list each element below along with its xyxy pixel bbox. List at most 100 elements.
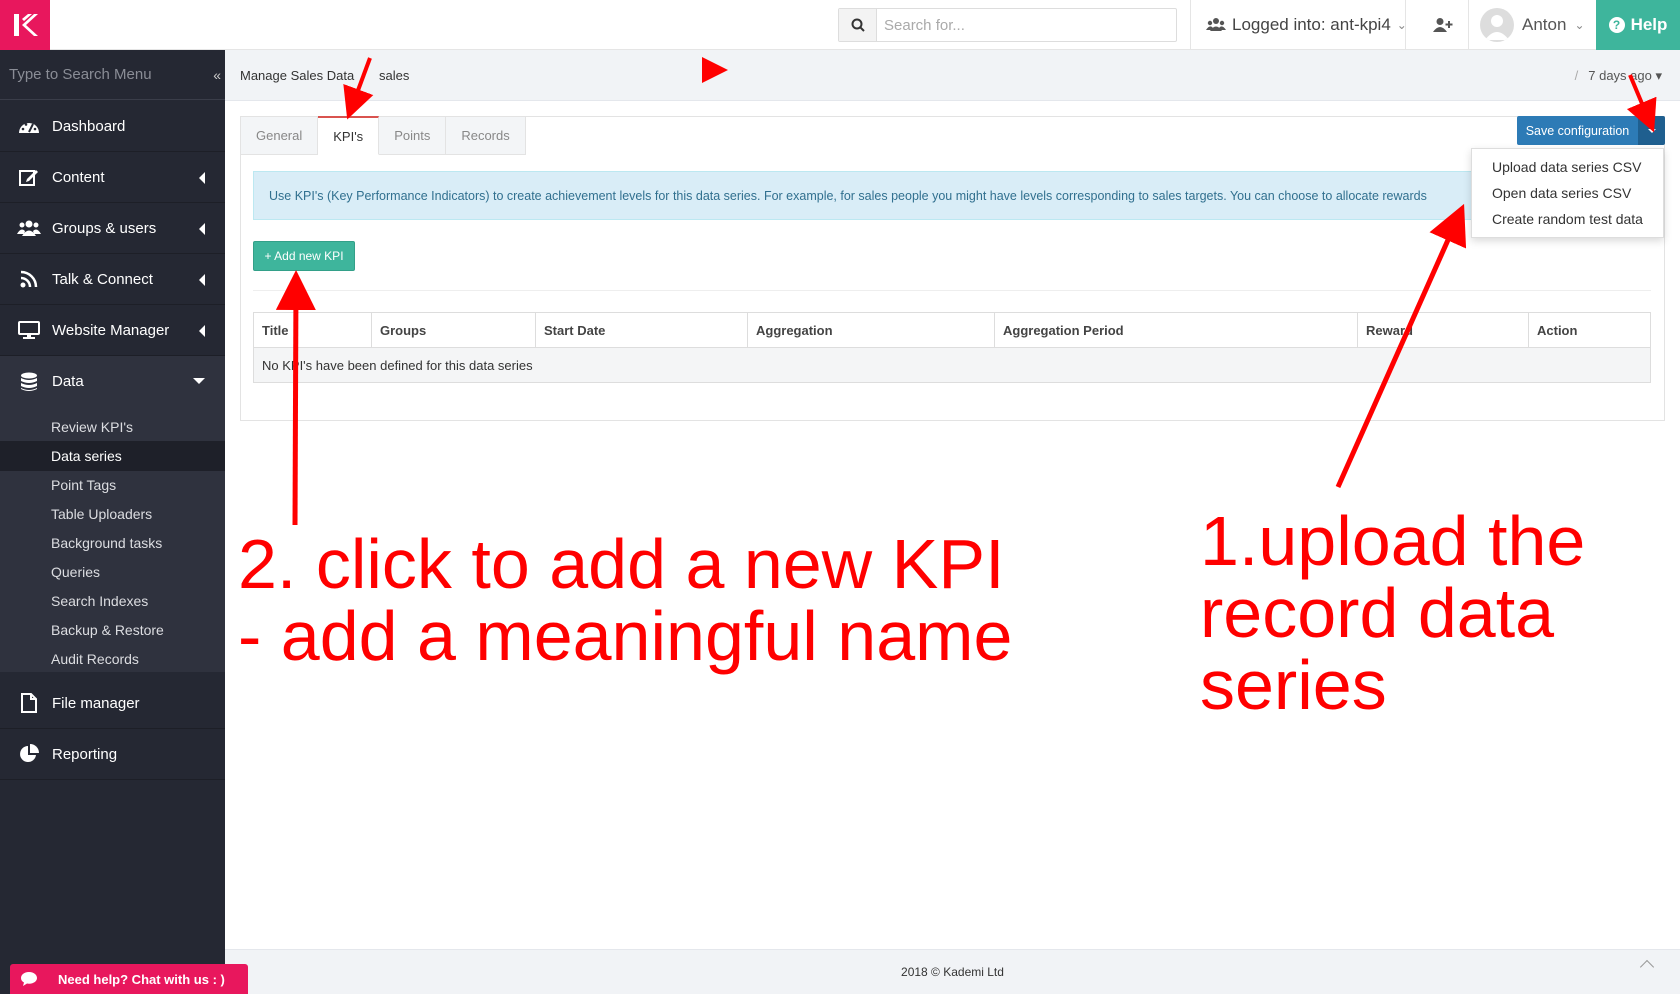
submenu-item-search-indexes[interactable]: Search Indexes [0, 586, 225, 616]
submenu-item-point-tags[interactable]: Point Tags [0, 470, 225, 500]
tab-bar: General KPI's Points Records [240, 116, 526, 155]
sidebar-item-website-manager[interactable]: Website Manager [0, 305, 225, 356]
caret-left-icon [199, 223, 205, 235]
sidebar-item-reporting[interactable]: Reporting [0, 729, 225, 780]
info-text: Use KPI's (Key Performance Indicators) t… [269, 188, 1427, 203]
sidebar: Type to Search Menu « Dashboard Content … [0, 50, 225, 994]
submenu-label: Table Uploaders [51, 506, 153, 522]
sidebar-item-talk-connect[interactable]: Talk & Connect [0, 254, 225, 305]
help-button[interactable]: ? Help [1596, 0, 1680, 50]
menu-item-upload-csv[interactable]: Upload data series CSV [1472, 154, 1663, 180]
submenu-label: Queries [51, 564, 101, 580]
annotation-step1-line3: series [1200, 646, 1387, 724]
submenu-label: Search Indexes [51, 593, 149, 609]
app-logo[interactable] [0, 0, 50, 50]
monitor-icon [17, 318, 41, 342]
tab-general[interactable]: General [240, 116, 319, 155]
sidebar-item-dashboard[interactable]: Dashboard [0, 101, 225, 152]
users-icon [17, 216, 41, 240]
column-header-aggregation: Aggregation [747, 312, 995, 348]
breadcrumb-parent-link[interactable]: Manage Sales Data [240, 68, 354, 83]
submenu-item-backup-restore[interactable]: Backup & Restore [0, 615, 225, 645]
data-submenu: Review KPI's Data series Point Tags Tabl… [0, 402, 225, 672]
chevron-down-icon: ⌄ [1574, 18, 1585, 32]
annotation-step2-line1: 2. click to add a new KPI [238, 525, 1005, 603]
sidebar-item-label: Data [52, 373, 84, 390]
edit-icon [17, 165, 41, 189]
annotation-step1-line2: record data [1200, 574, 1555, 652]
divider [253, 290, 1651, 291]
chat-label: Need help? Chat with us : ) [58, 971, 225, 987]
menu-item-create-random-data[interactable]: Create random test data [1472, 206, 1663, 232]
file-icon [17, 691, 41, 715]
add-user-icon [1433, 18, 1453, 32]
tab-points[interactable]: Points [379, 116, 447, 155]
table-header-row: Title Groups Start Date Aggregation Aggr… [253, 312, 1651, 348]
submenu-label: Backup & Restore [51, 622, 164, 638]
empty-table-message: No KPI's have been defined for this data… [253, 347, 1651, 383]
column-header-reward: Reward [1357, 312, 1529, 348]
table-row: No KPI's have been defined for this data… [253, 347, 1651, 383]
tab-kpis[interactable]: KPI's [318, 116, 380, 155]
help-label: Help [1630, 15, 1668, 34]
save-options-dropdown-toggle[interactable] [1638, 116, 1665, 145]
breadcrumb-current: sales [379, 68, 410, 83]
caret-left-icon [199, 274, 205, 286]
chat-bubble-icon [21, 972, 37, 986]
column-header-action: Action [1528, 312, 1651, 348]
chat-widget-button[interactable]: Need help? Chat with us : ) [10, 964, 248, 994]
dashboard-icon [17, 114, 41, 138]
submenu-item-data-series[interactable]: Data series [0, 441, 225, 471]
kademi-logo-icon [14, 14, 38, 36]
submenu-item-audit-records[interactable]: Audit Records [0, 644, 225, 674]
divider [1190, 0, 1191, 50]
sidebar-item-label: Content [52, 168, 105, 186]
rss-icon [17, 267, 41, 291]
submenu-item-review-kpis[interactable]: Review KPI's [0, 412, 225, 442]
top-bar: Logged into: ant-kpi4 ⌄ Anton ⌄ ? Help [0, 0, 1680, 50]
caret-down-icon [1647, 128, 1656, 133]
tab-records[interactable]: Records [446, 116, 526, 155]
add-new-kpi-button[interactable]: + Add new KPI [253, 241, 355, 271]
logged-into-label: Logged into: ant-kpi4 [1232, 15, 1391, 34]
collapse-sidebar-icon[interactable]: « [213, 67, 221, 83]
menu-item-open-csv[interactable]: Open data series CSV [1472, 180, 1663, 206]
updated-label: 7 days ago [1588, 68, 1652, 83]
updated-dropdown[interactable]: /7 days ago ▾ [1575, 68, 1662, 84]
sidebar-item-content[interactable]: Content [0, 152, 225, 203]
question-circle-icon: ? [1608, 17, 1625, 33]
submenu-label: Background tasks [51, 535, 163, 551]
user-menu[interactable]: Anton ⌄ [1480, 0, 1585, 50]
sidebar-item-data[interactable]: Data [0, 356, 225, 407]
sidebar-item-label: Reporting [52, 745, 118, 763]
caret-down-icon [193, 378, 205, 384]
caret-left-icon [199, 325, 205, 337]
sidebar-item-groups-users[interactable]: Groups & users [0, 203, 225, 254]
annotation-step2-line2: - add a meaningful name [238, 597, 1013, 675]
submenu-label: Review KPI's [51, 419, 134, 435]
add-user-button[interactable] [1418, 0, 1468, 50]
copyright: 2018 © Kademi Ltd [901, 965, 1004, 979]
submenu-label: Audit Records [51, 651, 139, 667]
sidebar-item-file-manager[interactable]: File manager [0, 678, 225, 729]
save-configuration-button[interactable]: Save configuration [1517, 116, 1638, 145]
search-input[interactable] [878, 9, 1176, 41]
kpi-table: Title Groups Start Date Aggregation Aggr… [253, 312, 1651, 383]
submenu-label: Data series [51, 448, 122, 464]
submenu-item-background-tasks[interactable]: Background tasks [0, 528, 225, 558]
users-icon [1206, 18, 1226, 31]
search-icon[interactable] [839, 9, 877, 41]
submenu-item-table-uploaders[interactable]: Table Uploaders [0, 499, 225, 529]
menu-search-placeholder: Type to Search Menu [9, 66, 152, 83]
submenu-item-queries[interactable]: Queries [0, 557, 225, 587]
divider [1405, 0, 1406, 50]
page-header: Manage Sales Data sales /7 days ago ▾ [225, 50, 1680, 101]
column-header-aggregation-period: Aggregation Period [994, 312, 1358, 348]
caret-left-icon [199, 172, 205, 184]
column-header-groups: Groups [371, 312, 536, 348]
sidebar-item-label: File manager [52, 694, 140, 712]
menu-search[interactable]: Type to Search Menu « [0, 50, 225, 100]
avatar [1480, 8, 1514, 42]
divider [1468, 0, 1469, 50]
account-switcher[interactable]: Logged into: ant-kpi4 ⌄ [1206, 0, 1407, 50]
